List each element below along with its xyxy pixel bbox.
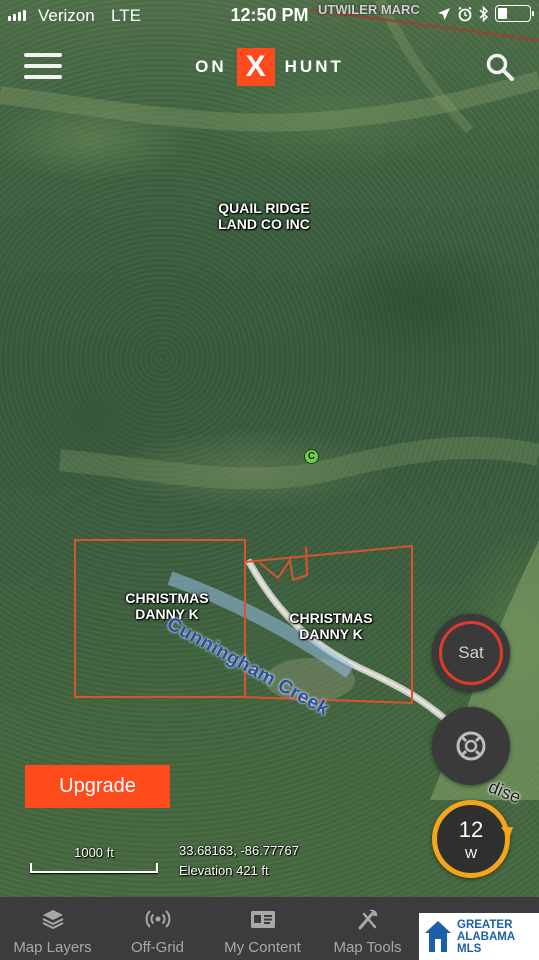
- search-button[interactable]: [485, 52, 515, 82]
- basemap-toggle-button[interactable]: Sat: [432, 614, 510, 692]
- locate-button[interactable]: [432, 707, 510, 785]
- nav-label: Map Tools: [333, 939, 402, 956]
- compass-direction: W: [464, 845, 478, 861]
- parcel-boundary-notch: [259, 546, 309, 582]
- parcel-label-christmas-east[interactable]: CHRISTMAS DANNY K: [276, 610, 386, 642]
- parcel-label-christmas-west[interactable]: CHRISTMAS DANNY K: [112, 590, 222, 622]
- id-card-icon: [250, 907, 276, 931]
- nav-map-layers[interactable]: Map Layers: [0, 897, 105, 960]
- parcel-label-quail-ridge[interactable]: QUAIL RIDGE LAND CO INC: [208, 200, 320, 232]
- watermark-line: ALABAMA: [457, 930, 516, 943]
- status-icons: [437, 5, 534, 22]
- location-readout: 33.68163, -86.77767 Elevation 421 ft: [179, 841, 299, 881]
- battery-icon: [495, 5, 534, 22]
- nav-map-tools[interactable]: Map Tools: [315, 897, 420, 960]
- logo-x-mark: X: [236, 48, 275, 86]
- search-icon: [486, 53, 514, 81]
- map-scale: 1000 ft: [30, 845, 158, 875]
- watermark-line: GREATER: [457, 918, 513, 931]
- parcel-label-line: CHRISTMAS: [125, 590, 209, 606]
- nav-my-content[interactable]: My Content: [210, 897, 315, 960]
- compass-button[interactable]: 12 W: [432, 800, 518, 878]
- scale-label: 1000 ft: [74, 845, 114, 860]
- logo-text-left: ON: [195, 57, 227, 76]
- parcel-label-line: LAND CO INC: [218, 216, 310, 232]
- parcel-label-line: CHRISTMAS: [289, 610, 373, 626]
- logo-text-right: HUNT: [284, 57, 344, 76]
- bluetooth-icon: [479, 5, 489, 22]
- watermark-line: MLS: [457, 942, 482, 955]
- nav-label: Off-Grid: [130, 939, 185, 956]
- house-logo-icon: [425, 920, 451, 952]
- elevation: Elevation 421 ft: [179, 863, 269, 878]
- alarm-icon: [458, 6, 472, 21]
- parcel-label-line: DANNY K: [135, 606, 199, 622]
- nav-label: Map Layers: [13, 939, 92, 956]
- nav-off-grid[interactable]: Off-Grid: [105, 897, 210, 960]
- mls-watermark: GREATER ALABAMA MLS: [419, 913, 539, 960]
- app-logo: ON X HUNT: [0, 48, 539, 86]
- parcel-label-line: DANNY K: [299, 626, 363, 642]
- crosshair-locate-icon: [456, 731, 486, 761]
- upgrade-button[interactable]: Upgrade: [25, 765, 170, 808]
- location-arrow-icon: [438, 7, 450, 20]
- layers-icon: [40, 907, 66, 931]
- coordinates: 33.68163, -86.77767: [179, 843, 299, 858]
- scale-bar: [30, 863, 158, 873]
- tools-icon: [355, 907, 381, 931]
- compass-heading: 12: [458, 816, 484, 842]
- watermark-text: GREATER ALABAMA MLS: [457, 919, 515, 955]
- broadcast-icon: [145, 907, 171, 931]
- status-bar: Verizon LTE 12:50 PM: [0, 0, 539, 30]
- nav-label: My Content: [224, 939, 301, 956]
- parcel-label-line: QUAIL RIDGE: [218, 200, 310, 216]
- battery-level: [498, 8, 507, 19]
- basemap-label: Sat: [439, 621, 503, 685]
- waypoint-marker[interactable]: C: [304, 449, 319, 464]
